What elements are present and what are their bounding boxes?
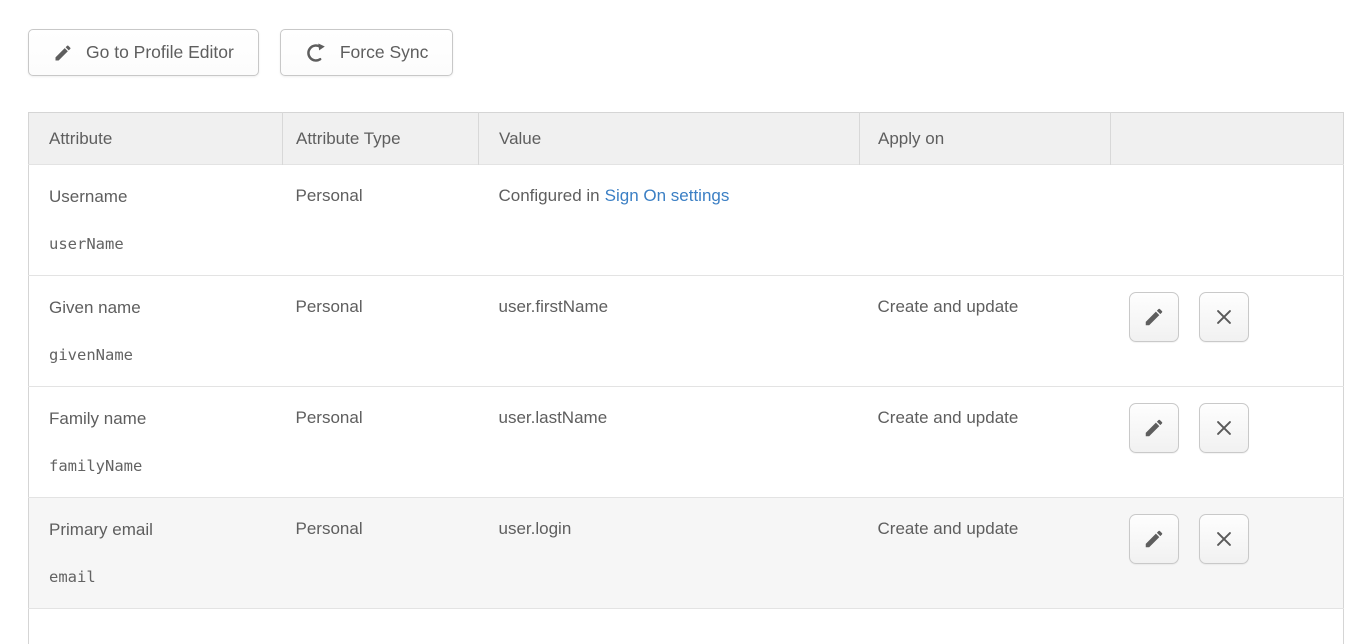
attribute-variable-name: givenName bbox=[49, 345, 273, 365]
remove-attribute-button[interactable] bbox=[1199, 514, 1249, 564]
value-cell: user.login bbox=[479, 498, 860, 609]
apply-on-cell: Create and update bbox=[860, 498, 1111, 609]
value-cell: user.lastName bbox=[479, 387, 860, 498]
table-row: Given name givenName Personal user.first… bbox=[29, 276, 1344, 387]
attribute-type-value: Personal bbox=[296, 519, 363, 538]
apply-on-cell: Create and update bbox=[860, 276, 1111, 387]
apply-on-value: Create and update bbox=[878, 519, 1019, 538]
actions-cell bbox=[1111, 387, 1344, 498]
refresh-icon bbox=[305, 42, 327, 64]
close-icon bbox=[1213, 306, 1235, 328]
sign-on-settings-link[interactable]: Sign On settings bbox=[605, 186, 730, 205]
column-header-attribute-type: Attribute Type bbox=[283, 113, 479, 165]
table-header: Attribute Attribute Type Value Apply on bbox=[29, 113, 1344, 165]
attribute-display-name: Given name bbox=[49, 297, 273, 318]
value-expression: user.login bbox=[499, 519, 572, 538]
attribute-cell: Family name familyName bbox=[29, 387, 283, 498]
attribute-type-cell: Personal bbox=[283, 165, 479, 276]
value-expression: user.lastName bbox=[499, 408, 608, 427]
column-header-actions bbox=[1111, 113, 1344, 165]
table-row: Username userName Personal Configured in… bbox=[29, 165, 1344, 276]
attribute-table-overflow bbox=[29, 609, 1344, 644]
attribute-display-name: Primary email bbox=[49, 519, 273, 540]
attribute-type-cell: Personal bbox=[283, 387, 479, 498]
edit-attribute-button[interactable] bbox=[1129, 292, 1179, 342]
row-actions bbox=[1129, 424, 1249, 443]
attribute-display-name: Family name bbox=[49, 408, 273, 429]
column-header-apply-on: Apply on bbox=[860, 113, 1111, 165]
actions-cell bbox=[1111, 165, 1344, 276]
column-header-value: Value bbox=[479, 113, 860, 165]
apply-on-cell bbox=[860, 165, 1111, 276]
attribute-cell: Given name givenName bbox=[29, 276, 283, 387]
attribute-cell: Username userName bbox=[29, 165, 283, 276]
attribute-type-cell: Personal bbox=[283, 498, 479, 609]
actions-cell bbox=[1111, 276, 1344, 387]
apply-on-value: Create and update bbox=[878, 408, 1019, 427]
attribute-mapping-table: Attribute Attribute Type Value Apply on … bbox=[28, 112, 1344, 644]
actions-cell bbox=[1111, 498, 1344, 609]
attribute-table-body: Username userName Personal Configured in… bbox=[29, 165, 1344, 609]
table-row: Family name familyName Personal user.las… bbox=[29, 387, 1344, 498]
pencil-icon bbox=[1143, 528, 1165, 550]
table-row: Primary email email Personal user.login … bbox=[29, 498, 1344, 609]
toolbar: Go to Profile Editor Force Sync bbox=[0, 0, 1370, 76]
force-sync-button[interactable]: Force Sync bbox=[280, 29, 454, 76]
go-to-profile-editor-label: Go to Profile Editor bbox=[86, 42, 234, 63]
value-cell: Configured in Sign On settings bbox=[479, 165, 860, 276]
attribute-variable-name: familyName bbox=[49, 456, 273, 476]
attribute-display-name: Username bbox=[49, 186, 273, 207]
value-expression: user.firstName bbox=[499, 297, 609, 316]
attribute-type-value: Personal bbox=[296, 186, 363, 205]
attribute-type-value: Personal bbox=[296, 408, 363, 427]
close-icon bbox=[1213, 417, 1235, 439]
edit-attribute-button[interactable] bbox=[1129, 514, 1179, 564]
remove-attribute-button[interactable] bbox=[1199, 403, 1249, 453]
go-to-profile-editor-button[interactable]: Go to Profile Editor bbox=[28, 29, 259, 76]
attribute-cell: Primary email email bbox=[29, 498, 283, 609]
attribute-variable-name: email bbox=[49, 567, 273, 587]
value-cell: user.firstName bbox=[479, 276, 860, 387]
row-actions bbox=[1129, 535, 1249, 554]
attribute-type-value: Personal bbox=[296, 297, 363, 316]
table-row-partial bbox=[29, 609, 1344, 644]
close-icon bbox=[1213, 528, 1235, 550]
attribute-variable-name: userName bbox=[49, 234, 273, 254]
pencil-icon bbox=[1143, 306, 1165, 328]
pencil-icon bbox=[1143, 417, 1165, 439]
remove-attribute-button[interactable] bbox=[1199, 292, 1249, 342]
edit-attribute-button[interactable] bbox=[1129, 403, 1179, 453]
apply-on-value: Create and update bbox=[878, 297, 1019, 316]
row-actions bbox=[1129, 313, 1249, 332]
apply-on-cell: Create and update bbox=[860, 387, 1111, 498]
force-sync-label: Force Sync bbox=[340, 42, 429, 63]
value-prefix-text: Configured in bbox=[499, 186, 600, 205]
column-header-attribute: Attribute bbox=[29, 113, 283, 165]
pencil-icon bbox=[53, 43, 73, 63]
attribute-type-cell: Personal bbox=[283, 276, 479, 387]
